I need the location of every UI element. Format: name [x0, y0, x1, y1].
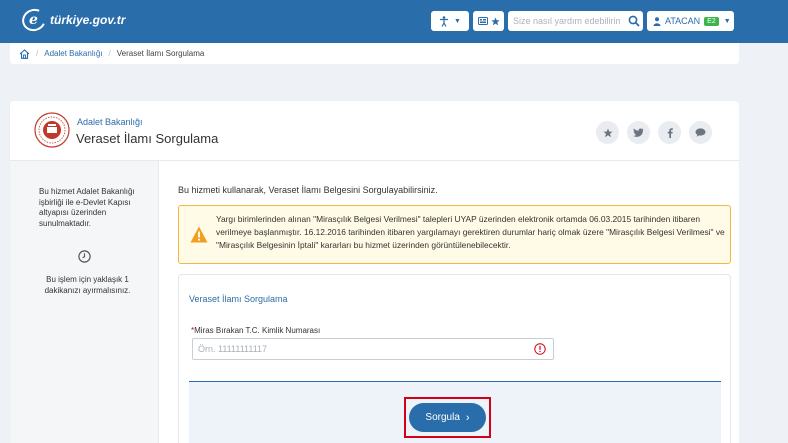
twitter-share-button[interactable] [627, 121, 650, 144]
star-icon [602, 128, 613, 137]
institution-name[interactable]: Adalet Bakanlığı [77, 117, 143, 127]
user-menu-button[interactable]: ATACAN E2 ▼ [647, 11, 734, 31]
favorite-button[interactable] [596, 121, 619, 144]
user-icon [653, 16, 661, 26]
accessibility-icon [440, 15, 449, 27]
search-icon[interactable] [628, 15, 640, 27]
submit-label: Sorgula [425, 412, 460, 423]
star-icon [490, 16, 500, 25]
accessibility-button[interactable]: ▼ [431, 11, 469, 31]
keyboard-icon [477, 17, 488, 25]
query-submit-button[interactable]: Sorgula › [409, 403, 486, 432]
message-badge: E2 [704, 16, 719, 26]
intro-text: Bu hizmeti kullanarak, Veraset İlamı Bel… [178, 185, 438, 195]
chat-bubble-icon [695, 128, 706, 137]
user-name: ATACAN [665, 16, 701, 26]
search-input[interactable] [508, 11, 620, 31]
chevron-down-icon: ▼ [723, 17, 731, 25]
breadcrumb-separator: / [108, 49, 111, 58]
estimated-time: Bu işlem için yaklaşık 1 dakikanızı ayır… [44, 275, 131, 295]
service-card: Adalet Bakanlığı Veraset İlamı Sorgulama… [10, 101, 739, 443]
ministry-seal-icon [34, 112, 70, 148]
breadcrumb-separator: / [36, 49, 39, 58]
search-box[interactable] [508, 11, 643, 31]
top-header: e türkiye.gov.tr ▼ ATACAN E2 ▼ [0, 0, 788, 43]
facebook-share-button[interactable] [658, 121, 681, 144]
form-title: Veraset İlamı Sorgulama [189, 294, 288, 304]
sidebar: Bu hizmet Adalet Bakanlığı işbirliği ile… [10, 161, 159, 443]
query-form: Veraset İlamı Sorgulama *Miras Bırakan T… [178, 274, 731, 443]
language-button[interactable] [473, 11, 504, 31]
breadcrumb-link-institution[interactable]: Adalet Bakanlığı [44, 49, 102, 58]
tc-number-input[interactable] [193, 339, 523, 359]
service-provider-info: Bu hizmet Adalet Bakanlığı işbirliği ile… [39, 187, 135, 228]
page-title: Veraset İlamı Sorgulama [76, 131, 219, 146]
facebook-icon [667, 127, 673, 138]
breadcrumb-current: Veraset İlamı Sorgulama [116, 49, 205, 58]
chevron-right-icon: › [465, 411, 470, 424]
e-devlet-logo-icon: e [18, 5, 50, 35]
home-icon[interactable] [19, 48, 30, 59]
alert-circle-icon [534, 343, 546, 355]
warning-text: Yargı birimlerinden alınan "Mirasçılık B… [216, 214, 725, 250]
clock-icon [78, 250, 91, 263]
logo-text: türkiye.gov.tr [50, 13, 126, 27]
warning-box: Yargı birimlerinden alınan "Mirasçılık B… [178, 205, 731, 264]
submit-area: Sorgula › [189, 381, 721, 443]
twitter-icon [633, 128, 644, 137]
warning-icon [190, 226, 208, 243]
tc-number-label: *Miras Bırakan T.C. Kimlik Numarası [191, 326, 320, 335]
chevron-down-icon: ▼ [454, 17, 461, 25]
service-header: Adalet Bakanlığı Veraset İlamı Sorgulama [10, 101, 739, 161]
comment-button[interactable] [689, 121, 712, 144]
tc-number-field[interactable] [192, 338, 554, 360]
turkiye-gov-logo[interactable]: e türkiye.gov.tr [18, 5, 126, 35]
tc-number-label-text: Miras Bırakan T.C. Kimlik Numarası [194, 326, 321, 335]
breadcrumb: / Adalet Bakanlığı / Veraset İlamı Sorgu… [10, 43, 739, 64]
